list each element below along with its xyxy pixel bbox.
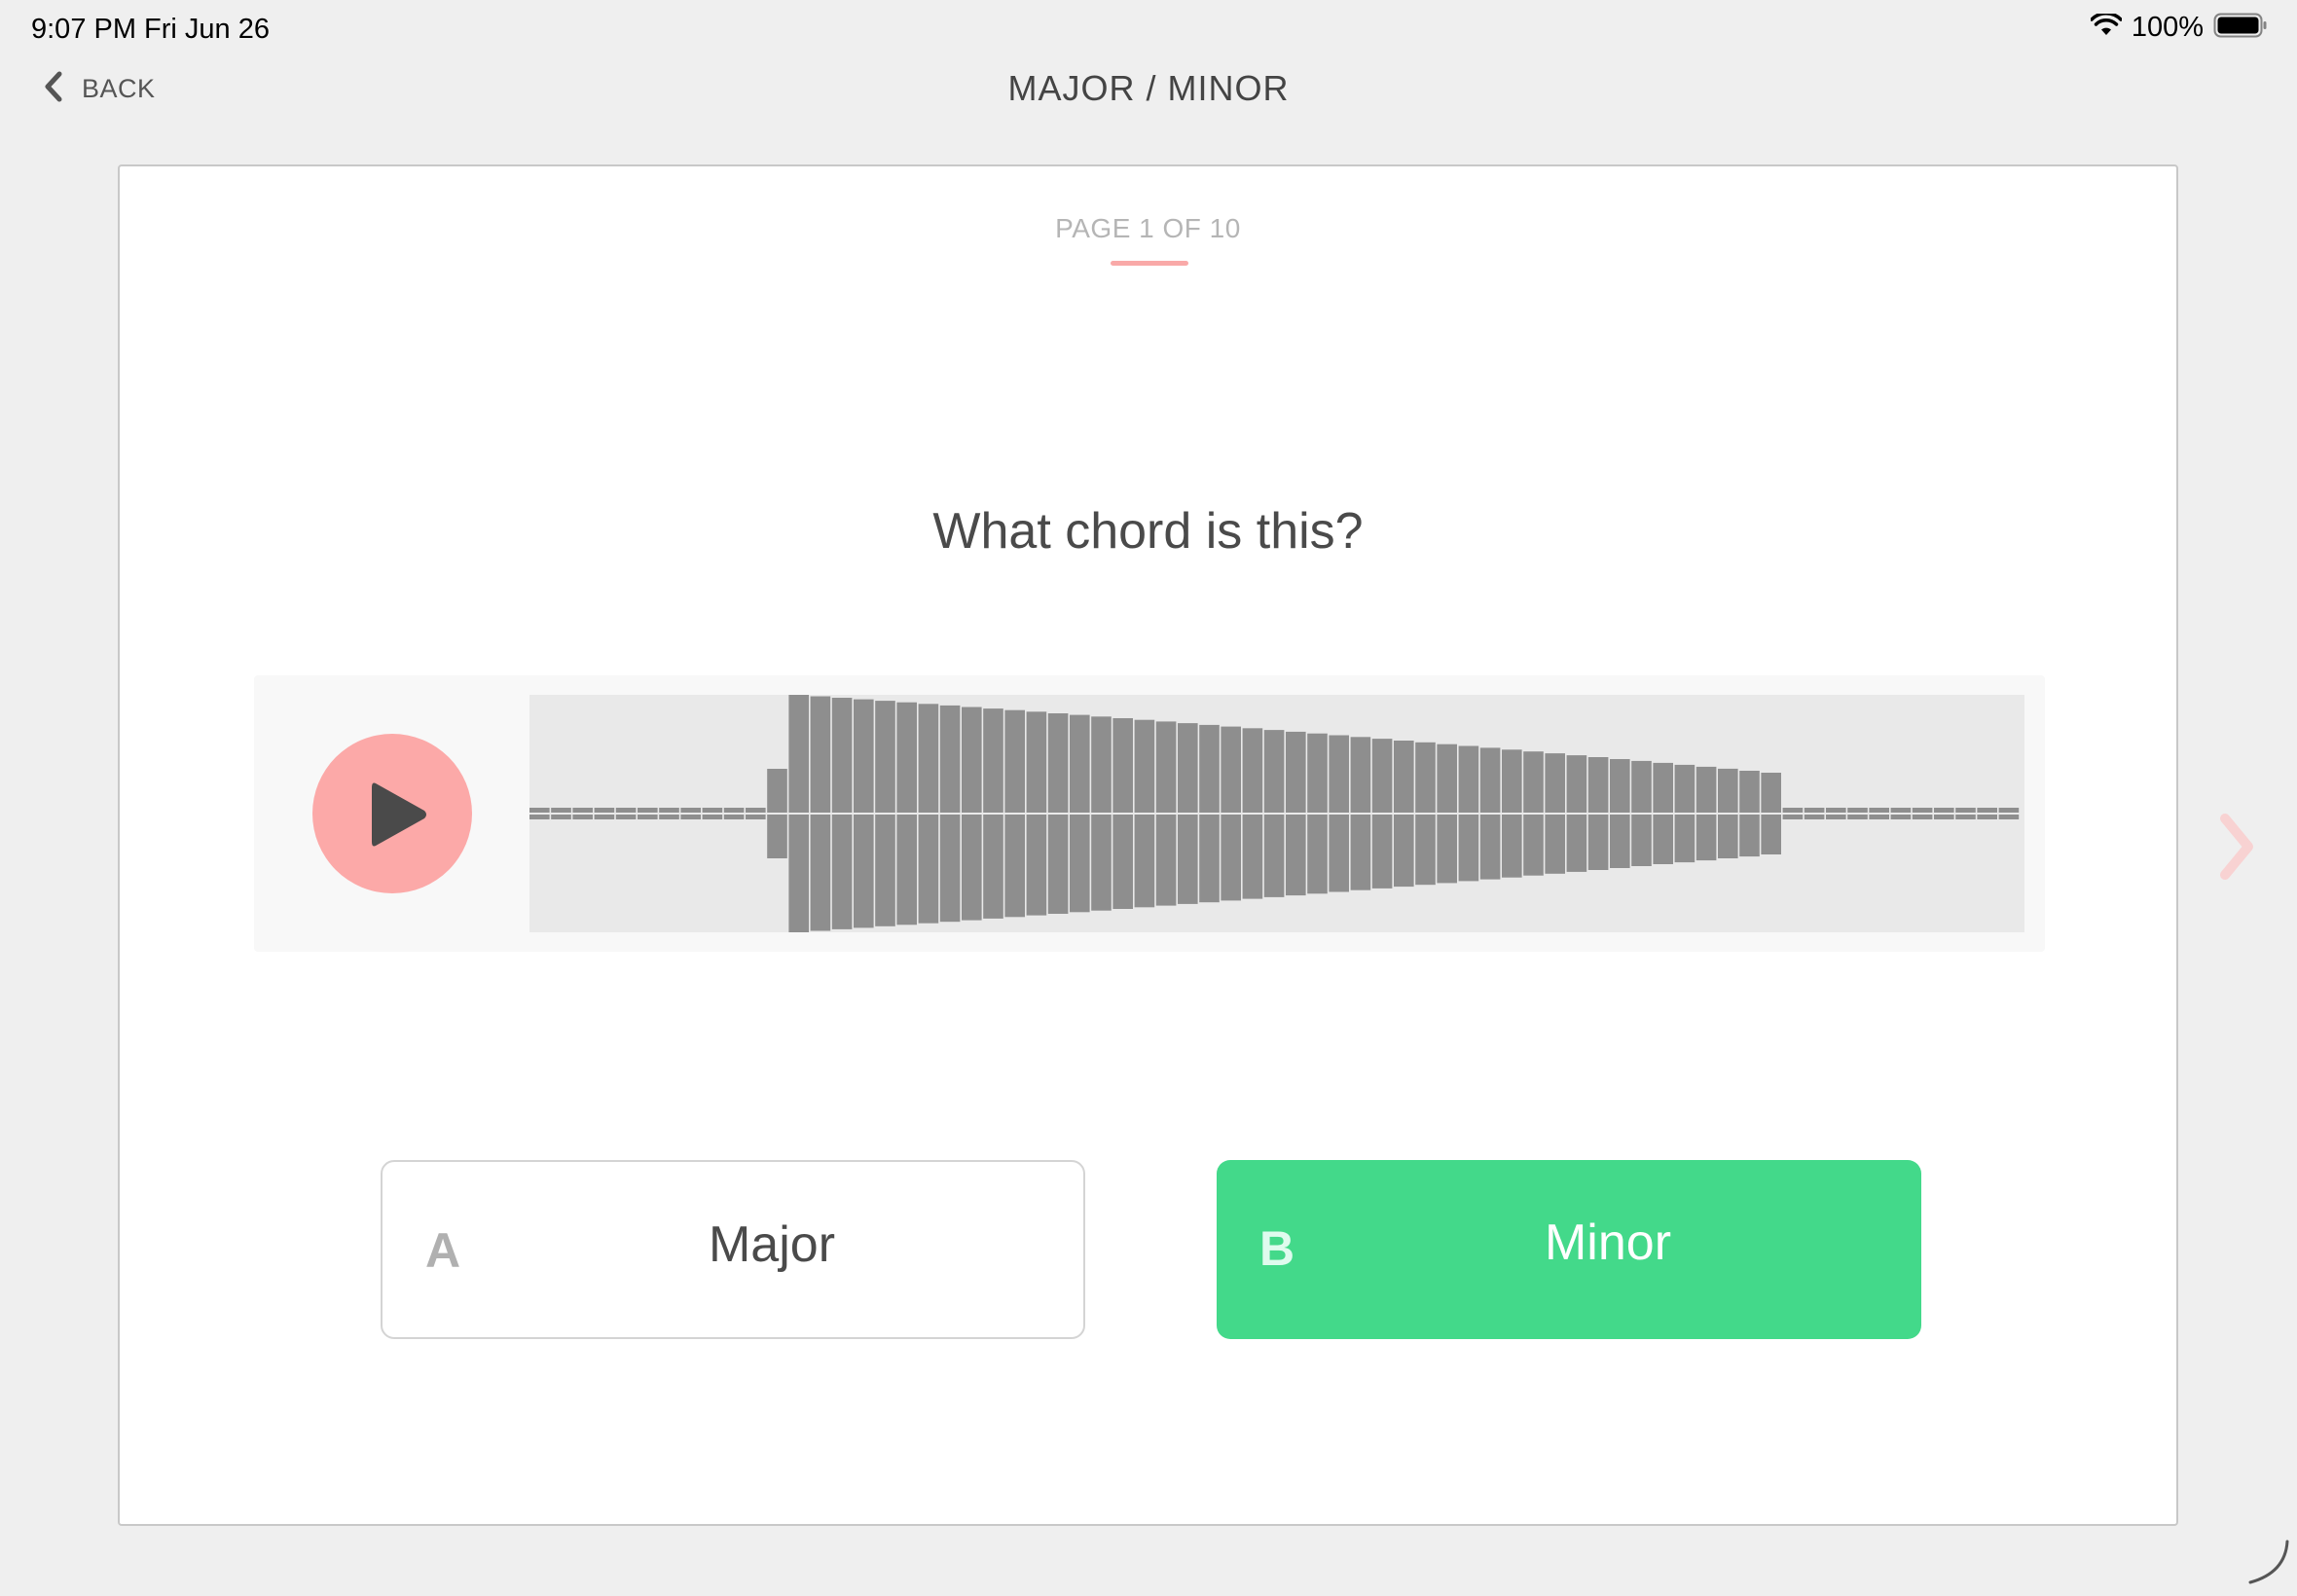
answer-a-button[interactable]: A Major bbox=[381, 1160, 1085, 1339]
page-indicator: PAGE 1 OF 10 bbox=[1055, 213, 1241, 243]
wifi-icon bbox=[2090, 12, 2123, 42]
nav-bar: BACK MAJOR / MINOR bbox=[0, 58, 2297, 156]
waveform[interactable] bbox=[529, 695, 2024, 932]
next-page-button[interactable] bbox=[2217, 813, 2256, 886]
answer-b-label: Minor bbox=[1544, 1215, 1672, 1271]
status-indicators: 100% bbox=[2090, 12, 2268, 44]
answer-a-label: Major bbox=[708, 1216, 836, 1273]
status-time: 9:07 PM Fri Jun 26 bbox=[31, 14, 270, 45]
play-button[interactable] bbox=[312, 734, 472, 893]
battery-icon bbox=[2213, 13, 2268, 43]
page-title: MAJOR / MINOR bbox=[1007, 68, 1290, 108]
status-bar: 9:07 PM Fri Jun 26 100% bbox=[0, 0, 2297, 58]
question-text: What chord is this? bbox=[932, 503, 1364, 560]
answer-b-button[interactable]: B Minor bbox=[1217, 1160, 1921, 1339]
audio-player bbox=[254, 675, 2045, 952]
battery-percent: 100% bbox=[2131, 12, 2204, 43]
resize-handle bbox=[2242, 1538, 2291, 1591]
chevron-right-icon bbox=[2220, 814, 2253, 880]
page-indicator-underline bbox=[1111, 261, 1188, 266]
play-icon bbox=[372, 782, 426, 847]
question-card: PAGE 1 OF 10 What chord is this? A Major… bbox=[118, 164, 2178, 1526]
